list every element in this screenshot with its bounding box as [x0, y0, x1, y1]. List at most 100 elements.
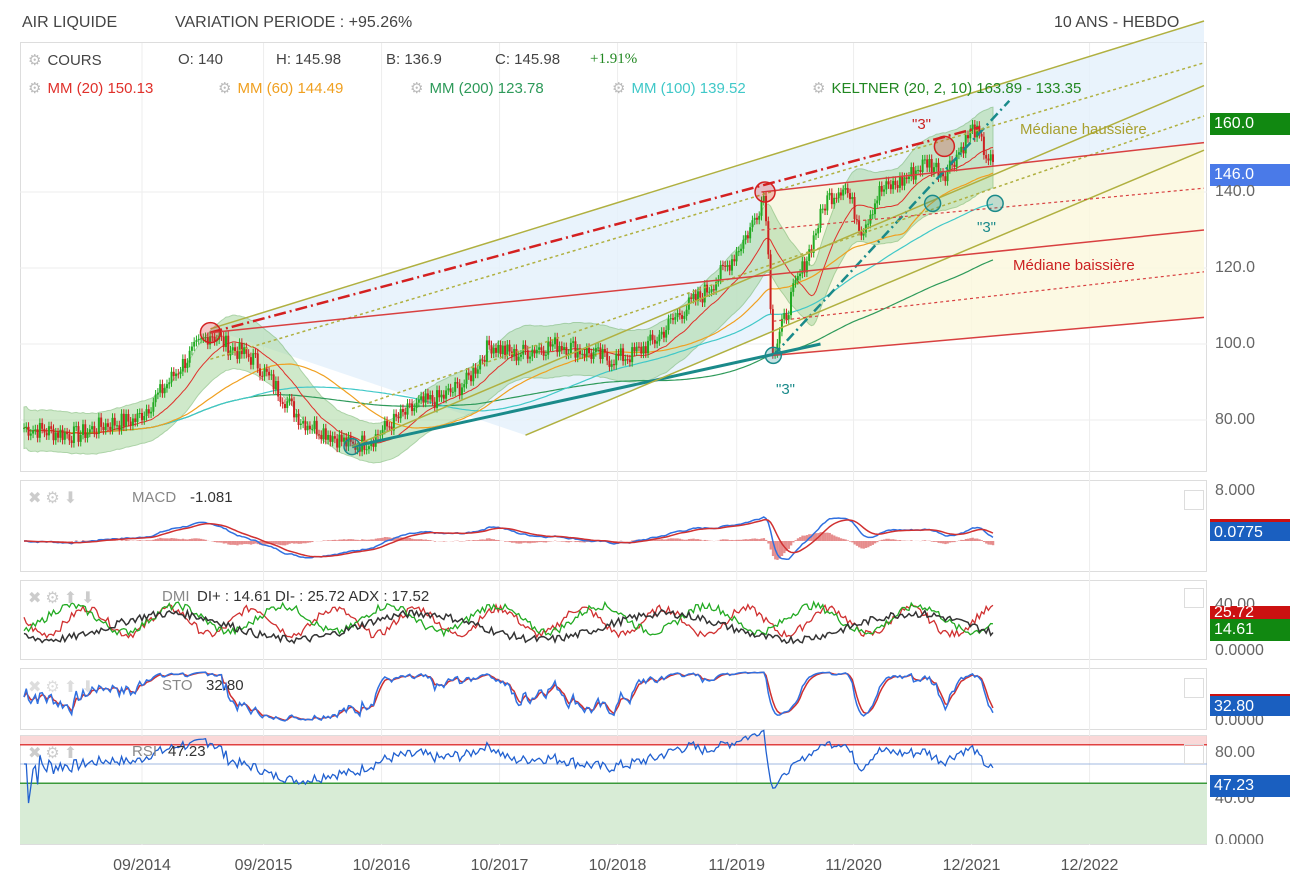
candle: [923, 159, 926, 161]
macd-histogram-bar: [377, 538, 380, 541]
candle: [830, 192, 833, 205]
gear-icon[interactable]: ⚙: [218, 80, 231, 97]
gear-icon[interactable]: ⚙: [812, 80, 825, 97]
candle: [23, 427, 25, 429]
macd-histogram-bar: [365, 539, 368, 541]
candle: [236, 351, 239, 359]
macd-histogram-bar: [862, 541, 865, 549]
macd-histogram-bar: [163, 538, 166, 541]
macd-histogram-bar: [982, 541, 986, 543]
candle: [603, 348, 606, 353]
candle: [338, 434, 341, 448]
candle: [138, 413, 141, 415]
gear-icon[interactable]: ⚙: [45, 490, 63, 507]
candle: [286, 401, 289, 409]
pivot-circle: [923, 194, 942, 213]
gear-icon[interactable]: ⚙: [28, 80, 41, 97]
macd-histogram-bar: [980, 540, 983, 541]
candle: [558, 346, 561, 353]
gear-icon[interactable]: ⚙: [410, 80, 423, 97]
candle: [876, 200, 879, 204]
legend-keltner[interactable]: ⚙ KELTNER (20, 2, 10) 163.89 - 133.35: [812, 79, 1081, 97]
candle: [413, 408, 416, 412]
dmi-checkbox[interactable]: [1184, 588, 1204, 608]
pivot-circle: [986, 194, 1004, 213]
candle: [429, 395, 432, 400]
candle: [470, 375, 473, 382]
candle: [731, 259, 733, 271]
annotation-3-bottom: "3": [776, 381, 795, 398]
legend-mm100[interactable]: ⚙ MM (100) 139.52: [612, 79, 746, 97]
macd-histogram-bar: [349, 539, 353, 541]
candle: [163, 388, 166, 394]
legend-mm60[interactable]: ⚙ MM (60) 144.49: [218, 79, 343, 97]
candle: [72, 426, 75, 444]
candle: [535, 349, 538, 354]
gear-icon[interactable]: ⚙: [28, 52, 41, 69]
candle: [299, 423, 302, 426]
candle: [883, 189, 886, 192]
close-icon[interactable]: ✖: [28, 590, 45, 607]
candle: [259, 368, 261, 376]
macd-histogram-bar: [322, 540, 325, 541]
macd-histogram-bar: [544, 541, 548, 543]
candle: [919, 170, 922, 172]
gear-icon[interactable]: ⚙: [45, 745, 63, 762]
macd-histogram-bar: [526, 541, 530, 544]
macd-histogram-bar: [846, 540, 850, 541]
candle: [565, 347, 568, 355]
gear-icon[interactable]: ⚙: [45, 590, 63, 607]
candle: [588, 347, 591, 354]
macd-histogram-bar: [939, 541, 943, 544]
candle: [186, 362, 189, 368]
legend-mm200[interactable]: ⚙ MM (200) 123.78: [410, 79, 544, 97]
arrow-up-icon[interactable]: ⬆: [64, 679, 81, 696]
macd-histogram-bar: [851, 541, 854, 543]
candle: [311, 429, 314, 431]
candle: [692, 293, 695, 299]
macd-histogram-bar: [753, 538, 756, 541]
candle: [526, 350, 529, 359]
arrow-down-icon[interactable]: ⬇: [64, 490, 81, 507]
arrow-up-icon[interactable]: ⬆: [64, 745, 81, 762]
rsi-oversold-zone: [20, 783, 1207, 844]
candle: [150, 411, 153, 414]
candle: [433, 401, 436, 408]
candle: [710, 289, 713, 292]
candle: [633, 347, 636, 352]
candle: [601, 348, 604, 359]
macd-histogram-bar: [971, 537, 974, 541]
legend-cours[interactable]: ⚙ COURS: [28, 51, 102, 69]
macd-checkbox[interactable]: [1184, 490, 1204, 510]
candle: [172, 371, 175, 377]
candle: [635, 346, 638, 352]
candle: [672, 318, 674, 320]
candle: [38, 422, 41, 438]
close-icon[interactable]: ✖: [28, 490, 45, 507]
arrow-down-icon[interactable]: ⬇: [81, 679, 98, 696]
gear-icon[interactable]: ⚙: [45, 679, 63, 696]
candle: [152, 402, 155, 412]
rsi-checkbox[interactable]: [1184, 744, 1204, 764]
arrow-up-icon[interactable]: ⬆: [64, 590, 81, 607]
candle: [967, 135, 969, 139]
arrow-down-icon[interactable]: ⬇: [81, 590, 98, 607]
gear-icon[interactable]: ⚙: [612, 80, 625, 97]
macd-histogram-bar: [828, 532, 831, 541]
candle: [134, 418, 137, 422]
macd-histogram-bar: [740, 539, 743, 541]
macd-label: MACD: [132, 489, 177, 506]
macd-histogram-bar: [510, 541, 514, 543]
macd-histogram-bar: [224, 541, 228, 544]
candle: [322, 428, 325, 440]
close-icon[interactable]: ✖: [28, 679, 45, 696]
legend-mm20[interactable]: ⚙ MM (20) 150.13: [28, 79, 153, 97]
candle: [34, 429, 37, 431]
candle: [447, 388, 450, 391]
close-icon[interactable]: ✖: [28, 745, 45, 762]
candle: [179, 371, 182, 374]
sto-checkbox[interactable]: [1184, 678, 1204, 698]
macd-histogram-bar: [849, 541, 852, 542]
macd-histogram-bar: [213, 541, 216, 543]
macd-histogram-bar: [662, 539, 666, 541]
